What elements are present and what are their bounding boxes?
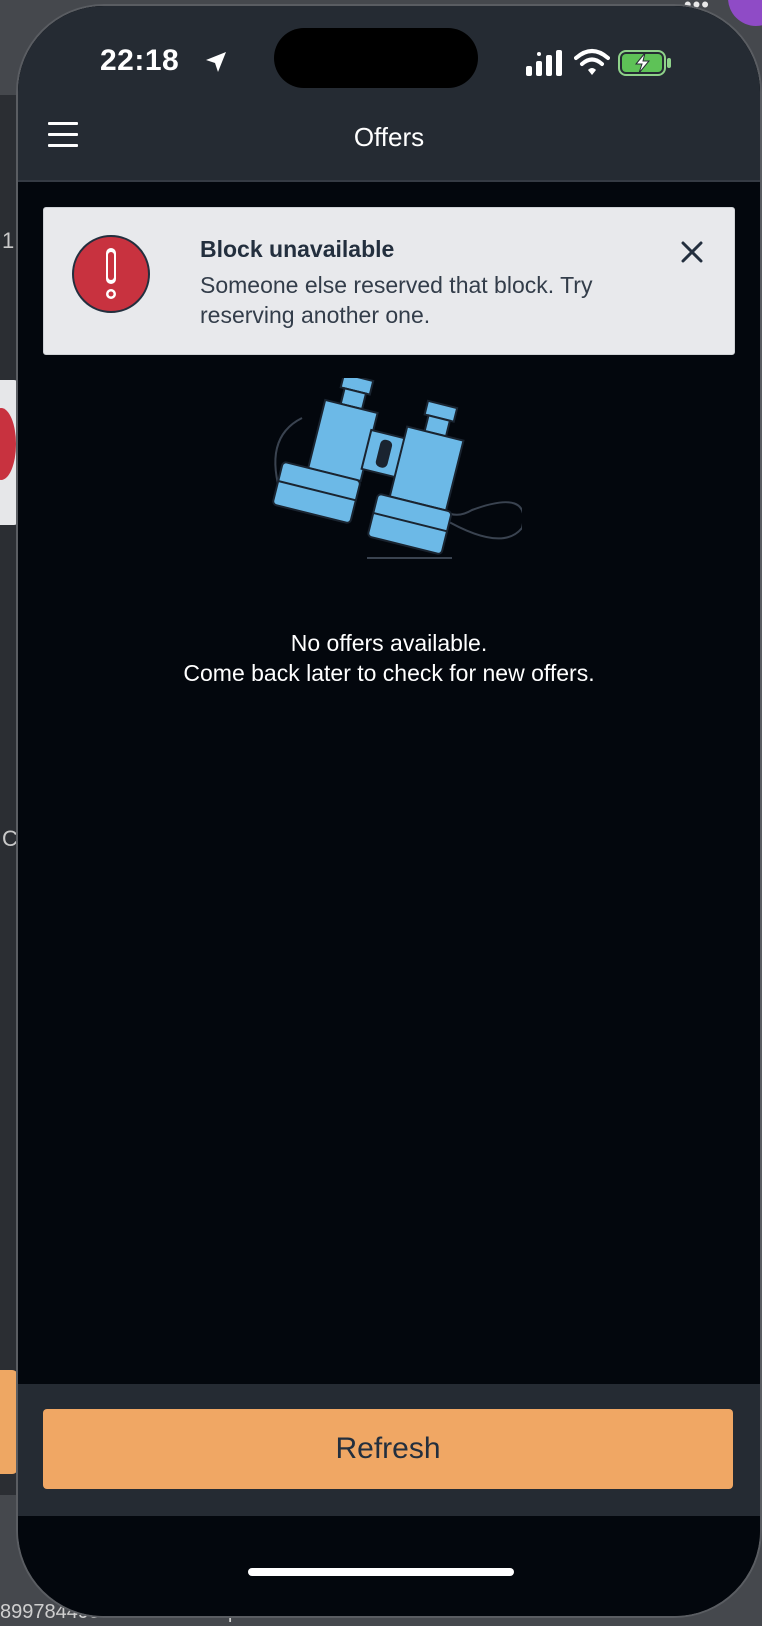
close-icon[interactable]: [680, 240, 704, 264]
wifi-icon: [574, 49, 610, 75]
refresh-button[interactable]: Refresh: [43, 1409, 733, 1489]
location-arrow-icon: [206, 52, 226, 72]
background-text: C: [2, 826, 18, 851]
battery-charging-icon: [618, 50, 671, 76]
binoculars-illustration: [272, 378, 522, 559]
background-window: [0, 95, 20, 1495]
empty-state-title: No offers available.: [290, 630, 488, 656]
error-alert-banner: Block unavailable Someone else reserved …: [43, 207, 735, 355]
dynamic-island: [274, 28, 478, 88]
page-title: Offers: [353, 122, 425, 152]
app-screen: 22:18 Offers Block unavailable Someone e…: [18, 6, 760, 1616]
alert-message: Someone else reserved that block. Try re…: [200, 272, 593, 328]
background-button: [0, 1370, 18, 1474]
alert-title: Block unavailable: [200, 236, 395, 262]
exclamation-circle-icon: [72, 235, 150, 313]
empty-state-subtitle: Come back later to check for new offers.: [183, 660, 595, 686]
cellular-signal-icon: [526, 50, 562, 76]
status-time: 22:18: [100, 44, 180, 77]
phone-frame: 22:18 Offers Block unavailable Someone e…: [18, 6, 760, 1616]
home-indicator[interactable]: [248, 1568, 514, 1576]
